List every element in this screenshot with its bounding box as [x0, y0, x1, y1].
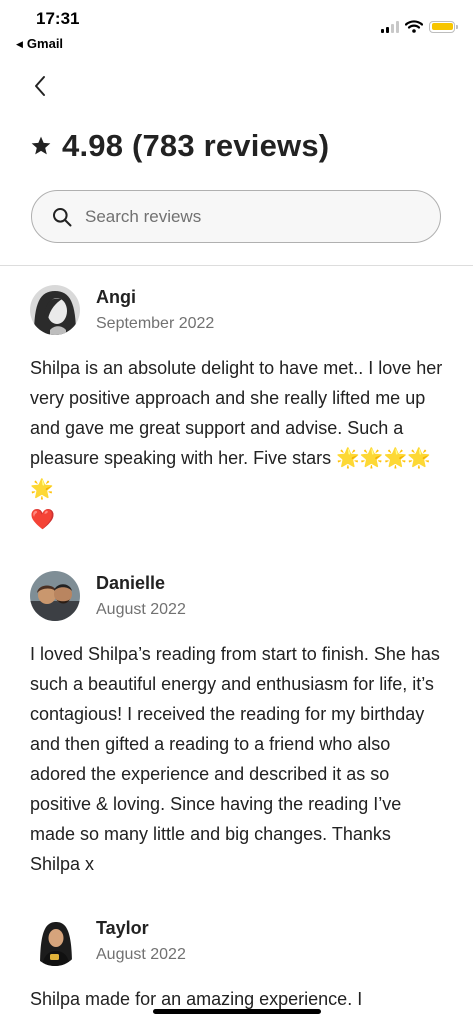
- review-item: Angi September 2022 Shilpa is an absolut…: [30, 285, 445, 535]
- divider: [0, 265, 473, 266]
- rating-summary: 4.98 (783 reviews): [62, 128, 330, 163]
- review-date: August 2022: [96, 601, 186, 618]
- search-input[interactable]: [83, 205, 387, 228]
- page-title: 4.98 (783 reviews): [30, 128, 329, 164]
- signal-icon: [381, 20, 399, 33]
- status-icons: [381, 20, 458, 33]
- back-triangle-icon: ◀: [16, 39, 23, 49]
- back-app-label: Gmail: [26, 36, 64, 51]
- back-button[interactable]: [26, 72, 54, 100]
- avatar[interactable]: [30, 916, 80, 966]
- reviewer-name: Taylor: [96, 918, 149, 938]
- status-bar: 17:31 ◀ Gmail: [0, 0, 473, 56]
- review-date: September 2022: [96, 315, 215, 332]
- search-icon: [53, 207, 72, 226]
- review-item: Taylor August 2022 Shilpa made for an am…: [30, 916, 445, 1014]
- review-text: Shilpa is an absolute delight to have me…: [30, 353, 445, 535]
- battery-icon: [429, 20, 458, 33]
- wifi-icon: [405, 20, 423, 33]
- review-date: August 2022: [96, 946, 186, 963]
- avatar[interactable]: [30, 571, 80, 621]
- star-icon: [31, 136, 51, 155]
- home-indicator[interactable]: [153, 1009, 321, 1014]
- avatar[interactable]: [30, 285, 80, 335]
- chevron-left-icon: [35, 76, 45, 96]
- review-item: Danielle August 2022 I loved Shilpa’s re…: [30, 571, 445, 879]
- search-bar[interactable]: [31, 190, 441, 243]
- back-to-app-link[interactable]: ◀ Gmail: [16, 36, 63, 51]
- heart-emoji: ❤️: [30, 509, 55, 531]
- reviewer-name: Danielle: [96, 573, 166, 593]
- status-time: 17:31: [36, 9, 80, 28]
- reviewer-name: Angi: [96, 287, 136, 307]
- review-text: I loved Shilpa’s reading from start to f…: [30, 644, 440, 874]
